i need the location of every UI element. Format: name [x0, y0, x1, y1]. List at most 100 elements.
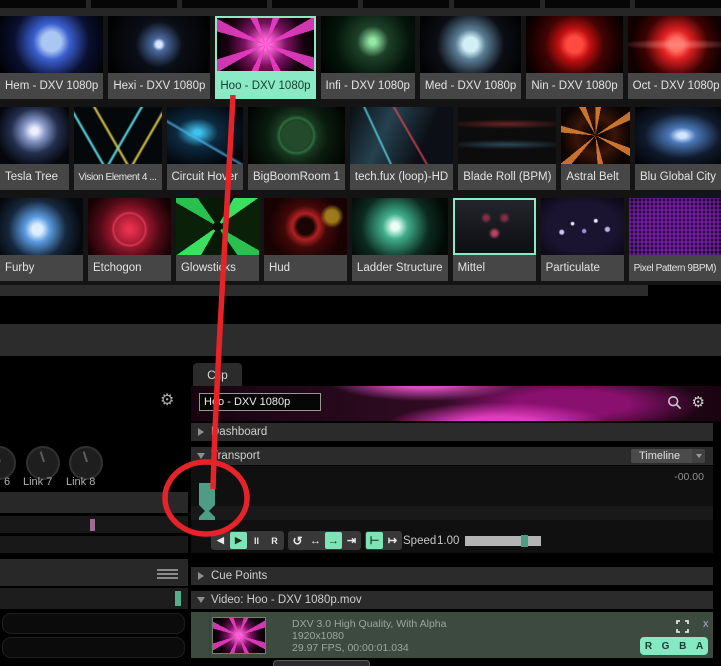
clip-cell[interactable]: Circuit Hover — [167, 107, 243, 190]
clip-cell[interactable]: Hem - DXV 1080p — [0, 16, 103, 99]
clip-cell-partial[interactable] — [635, 0, 721, 8]
clip-cell[interactable]: Infi - DXV 1080p — [321, 16, 415, 99]
clip-cell-playing[interactable]: Mittel — [453, 198, 536, 281]
clip-cell[interactable]: Hud — [264, 198, 347, 281]
section-header-dashboard[interactable]: Dashboard — [191, 423, 713, 441]
channel-r-button[interactable]: R — [645, 641, 652, 652]
clip-thumbnail — [0, 198, 83, 255]
fullscreen-icon[interactable] — [676, 620, 689, 633]
section-header-video[interactable]: Video: Hoo - DXV 1080p.mov — [191, 591, 713, 609]
section-header-transport[interactable]: Transport Timeline — [191, 447, 713, 465]
loop-button[interactable]: ↺ — [289, 532, 306, 549]
random-button[interactable]: R — [266, 532, 283, 549]
clip-label: Oct - DXV 1080p — [628, 73, 721, 99]
clip-label: Nin - DXV 1080p — [526, 73, 622, 99]
continue-on-trigger-button[interactable]: ↦ — [384, 532, 401, 549]
clip-cell[interactable]: Vision Element 4 ... — [74, 107, 162, 190]
gear-icon[interactable]: ⚙ — [692, 395, 705, 410]
timeline-position-value: -00.00 — [674, 471, 704, 483]
clip-label: Hud — [264, 255, 347, 281]
clip-cell[interactable]: Astral Belt — [561, 107, 630, 190]
timeline-playhead-marker[interactable] — [199, 483, 215, 520]
clip-thumbnail — [352, 198, 448, 255]
clip-cell-partial[interactable] — [454, 0, 540, 8]
clip-thumbnail — [74, 107, 162, 164]
timeline-track[interactable] — [191, 506, 713, 520]
drag-handle-icon[interactable] — [157, 569, 178, 581]
clip-cell[interactable]: Oct - DXV 1080p — [628, 16, 721, 99]
clip-label: Hoo - DXV 1080p — [215, 73, 315, 99]
link-knob-7[interactable] — [26, 446, 60, 480]
clip-row-2: Tesla Tree Vision Element 4 ... Circuit … — [0, 107, 721, 190]
clip-cell-partial[interactable] — [0, 0, 86, 8]
play-once-hold-button[interactable]: ⇥ — [343, 532, 360, 549]
bounce-button[interactable]: ↔ — [307, 532, 324, 549]
clip-cell[interactable]: Blu Global City — [635, 107, 721, 190]
video-codec: DXV 3.0 High Quality, With Alpha — [292, 618, 446, 630]
clip-cell[interactable]: BigBoomRoom 1 — [248, 107, 345, 190]
channel-a-button[interactable]: A — [696, 641, 703, 652]
play-forwards-button[interactable]: ▶ — [230, 532, 247, 549]
dropdown-button[interactable] — [692, 449, 705, 463]
clip-cell[interactable]: Etchogon — [88, 198, 171, 281]
search-icon[interactable] — [667, 395, 682, 410]
section-header-cue-points[interactable]: Cue Points — [191, 567, 713, 585]
clip-row-1: Hem - DXV 1080p Hexi - DXV 1080p Hoo - D… — [0, 16, 721, 99]
clip-cell-partial[interactable] — [363, 0, 449, 8]
clip-name-input[interactable] — [199, 393, 321, 411]
clip-cell[interactable]: Nin - DXV 1080p — [526, 16, 622, 99]
clip-cell[interactable]: Ladder Structure — [352, 198, 448, 281]
gear-icon[interactable]: ⚙ — [160, 393, 174, 409]
clip-cell-partial[interactable] — [91, 0, 177, 8]
clip-cell[interactable]: tech.fux (loop)-HD — [350, 107, 453, 190]
fader-position-tick[interactable] — [90, 519, 95, 531]
clip-cell[interactable]: Glowsticks — [176, 198, 259, 281]
clip-label: Mittel — [453, 255, 536, 281]
clip-label: Pixel Pattern 9BPM) — [629, 255, 721, 281]
clip-cell[interactable]: Particulate — [541, 198, 624, 281]
clip-cell[interactable]: Hexi - DXV 1080p — [108, 16, 210, 99]
channel-b-button[interactable]: B — [679, 641, 686, 652]
knob-label-6: 6 — [4, 476, 10, 488]
transport-mode-dropdown[interactable]: Timeline — [631, 449, 705, 463]
close-icon[interactable]: x — [703, 618, 709, 630]
slider-track[interactable] — [2, 613, 185, 634]
clip-thumbnail — [458, 107, 556, 164]
clip-thumbnail — [635, 107, 721, 164]
speed-slider-handle[interactable] — [521, 535, 528, 547]
channel-g-button[interactable]: G — [662, 641, 670, 652]
clip-cell[interactable]: Furby — [0, 198, 83, 281]
clip-cell[interactable]: Med - DXV 1080p — [420, 16, 521, 99]
clip-thumbnail — [167, 107, 243, 164]
layer-strip-2 — [0, 324, 721, 356]
clip-cell-partial[interactable] — [545, 0, 631, 8]
clip-thumbnail — [629, 198, 721, 255]
clip-cell-active[interactable]: Hoo - DXV 1080p — [215, 16, 315, 99]
clip-cell[interactable]: Blade Roll (BPM) — [458, 107, 556, 190]
pause-button[interactable]: II — [248, 532, 265, 549]
chevron-down-icon — [197, 453, 205, 459]
clip-cell[interactable]: Pixel Pattern 9BPM) — [629, 198, 721, 281]
partial-control-below — [273, 660, 370, 666]
clip-label: Hem - DXV 1080p — [0, 73, 103, 99]
chevron-right-icon — [198, 428, 204, 436]
speed-slider[interactable] — [465, 536, 541, 546]
clip-thumbnail — [541, 198, 624, 255]
fader-track[interactable] — [0, 536, 188, 553]
clip-label: Particulate — [541, 255, 624, 281]
resolume-window: Hem - DXV 1080p Hexi - DXV 1080p Hoo - D… — [0, 0, 721, 666]
clip-cell-partial[interactable] — [182, 0, 268, 8]
restart-on-trigger-button[interactable]: ⊢ — [366, 532, 383, 549]
link-knob-6[interactable] — [0, 446, 16, 480]
play-once-button[interactable]: → — [325, 532, 342, 549]
knob-label-link8: Link 8 — [66, 476, 95, 488]
link-knob-8[interactable] — [69, 446, 103, 480]
play-backwards-button[interactable]: ◀ — [212, 532, 229, 549]
dropdown-value: Timeline — [631, 450, 692, 462]
slider-track[interactable] — [2, 637, 185, 658]
clip-thumbnail — [176, 198, 259, 255]
tab-clip[interactable]: Clip — [193, 363, 242, 386]
clip-cell[interactable]: Tesla Tree — [0, 107, 69, 190]
clip-cell-partial[interactable] — [272, 0, 358, 8]
speed-value: 1.00 — [437, 535, 459, 547]
